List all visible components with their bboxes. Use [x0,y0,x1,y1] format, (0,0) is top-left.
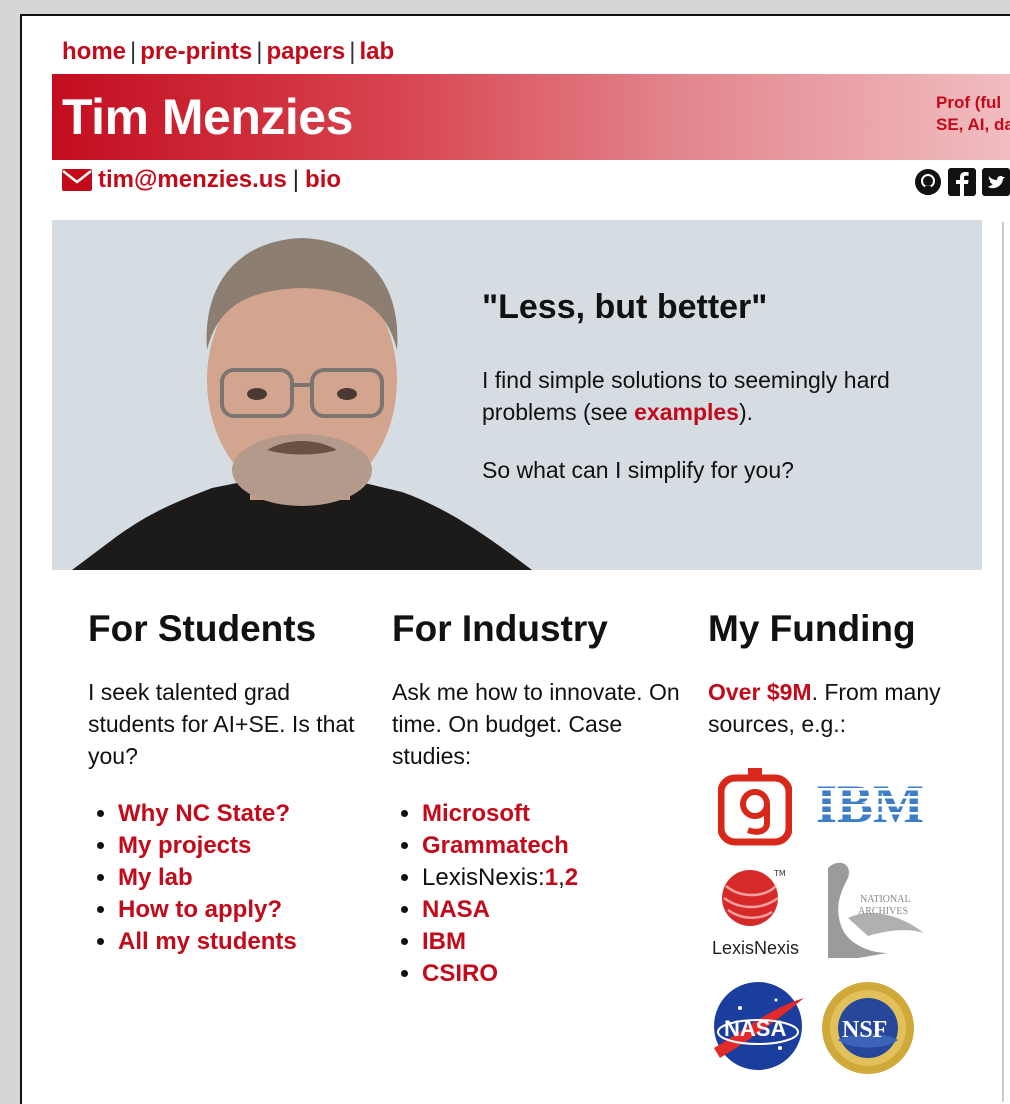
funding-text: Over $9M. From many sources, e.g.: [708,679,941,737]
list-item: All my students [118,926,358,958]
list-item: My projects [118,830,358,862]
students-text: I seek talented grad students for AI+SE.… [88,679,355,769]
svg-text:ARCHIVES: ARCHIVES [858,906,908,917]
industry-text: Ask me how to innovate. On time. On budg… [392,679,680,769]
nav-papers[interactable]: papers [267,38,346,65]
svg-text:IBM: IBM [816,778,924,828]
github-icon[interactable] [914,168,942,196]
nav-home[interactable]: home [62,38,126,65]
nasa-link[interactable]: NASA [422,896,490,923]
students-links: Why NC State? My projects My lab How to … [88,798,358,958]
nav-lab[interactable]: lab [359,38,394,65]
how-to-apply-link[interactable]: How to apply? [118,896,282,923]
lexisnexis-logo: TM LexisNexis [712,869,799,958]
my-projects-link[interactable]: My projects [118,832,251,859]
lexis-2-link[interactable]: 2 [565,864,578,891]
list-item: NASA [422,894,682,926]
why-ncstate-link[interactable]: Why NC State? [118,800,290,827]
list-item: Microsoft [422,798,682,830]
national-archives-logo: NATIONAL ARCHIVES [828,858,928,958]
tagline: Prof (ful SE, AI, da [936,93,1010,134]
funding-amount: Over $9M [708,679,812,705]
svg-text:NATIONAL: NATIONAL [860,894,911,905]
list-item: My lab [118,862,358,894]
grammatech-link[interactable]: Grammatech [422,832,569,859]
industry-heading: For Industry [392,608,608,649]
my-lab-link[interactable]: My lab [118,864,193,891]
list-item: Grammatech [422,830,682,862]
svg-text:NASA: NASA [724,1016,786,1041]
hero-section: "Less, but better" I find simple solutio… [52,220,982,570]
list-item: IBM [422,926,682,958]
lexis-1-link[interactable]: 1 [545,864,558,891]
svg-text:NSF: NSF [842,1017,887,1043]
email-link[interactable]: tim@menzies.us [98,166,287,194]
facebook-icon[interactable] [948,168,976,196]
nav-preprints[interactable]: pre-prints [140,38,252,65]
students-column: For Students I seek talented grad studen… [88,608,358,958]
nasa-logo: NASA [714,982,804,1070]
nsf-logo: NSF [822,982,914,1074]
list-item: CSIRO [422,958,682,990]
industry-column: For Industry Ask me how to innovate. On … [392,608,682,990]
ibm-link[interactable]: IBM [422,928,466,955]
list-item: How to apply? [118,894,358,926]
contact-row: tim@menzies.us | bio [62,166,341,194]
examples-link[interactable]: examples [634,399,739,425]
right-divider [1002,222,1004,1102]
site-title: Tim Menzies [62,89,353,145]
hero-quote: "Less, but better" [482,288,768,326]
bio-link[interactable]: bio [305,166,341,194]
header-banner: Tim Menzies Prof (ful SE, AI, da [52,74,1010,160]
hero-question: So what can I simplify for you? [482,457,794,483]
list-item: LexisNexis:1,2 [422,862,682,894]
ibm-logo: IBM [816,778,946,828]
top-nav: home | pre-prints | papers | lab [62,38,395,65]
mail-icon[interactable] [62,169,92,191]
portrait-image [72,238,532,570]
social-links [914,168,1010,196]
industry-links: Microsoft Grammatech LexisNexis:1,2 NASA… [392,798,682,990]
students-heading: For Students [88,608,317,649]
svg-text:LexisNexis: LexisNexis [712,938,799,958]
funding-heading: My Funding [708,608,916,649]
page: home | pre-prints | papers | lab Tim Menzies P… [20,14,1010,1104]
microsoft-link[interactable]: Microsoft [422,800,530,827]
csiro-link[interactable]: CSIRO [422,960,498,987]
twitter-icon[interactable] [982,168,1010,196]
funding-column: My Funding Over $9M. From many sources, … [708,608,988,740]
hero-text: I find simple solutions to seemingly har… [482,367,890,425]
funding-logos: IBM TM LexisNexis NATIONAL ARCHIVES NASA [706,758,966,1074]
grammatech-logo [718,768,792,846]
all-students-link[interactable]: All my students [118,928,297,955]
svg-text:TM: TM [773,869,786,878]
list-item: Why NC State? [118,798,358,830]
